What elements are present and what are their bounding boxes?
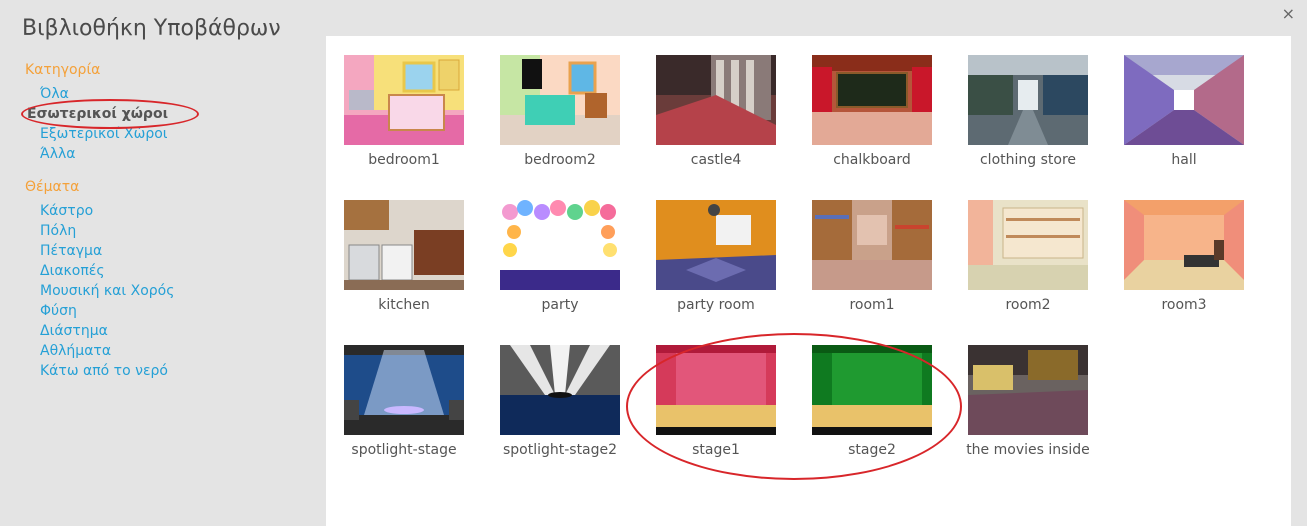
backdrop-label: clothing store xyxy=(979,152,1077,168)
sidebar: Κατηγορία Όλα Εσωτερικοί χώροι Εξωτερικο… xyxy=(25,62,315,381)
themes-title: Θέματα xyxy=(25,179,80,195)
theme-space[interactable]: Διάστημα xyxy=(25,321,315,341)
theme-flying[interactable]: Πέταγμα xyxy=(25,241,315,261)
backdrop-label: stage2 xyxy=(848,442,896,458)
backdrop-label: room1 xyxy=(849,297,895,313)
spotlight-stage-thumbnail xyxy=(344,345,464,435)
category-title: Κατηγορία xyxy=(25,62,101,78)
party-thumbnail xyxy=(500,200,620,290)
category-all[interactable]: Όλα xyxy=(25,84,315,104)
backdrop-label: room3 xyxy=(1161,297,1207,313)
backdrop-tile-bedroom1[interactable]: bedroom1 xyxy=(343,55,473,185)
backdrop-label: bedroom2 xyxy=(524,152,596,168)
backdrop-label: chalkboard xyxy=(833,152,911,168)
party-room-thumbnail xyxy=(656,200,776,290)
backdrop-tile-clothing-store[interactable]: clothing store xyxy=(967,55,1097,185)
theme-castle[interactable]: Κάστρο xyxy=(25,201,315,221)
the-movies-inside-thumbnail xyxy=(968,345,1088,435)
backdrop-tile-kitchen[interactable]: kitchen xyxy=(343,200,473,330)
close-icon[interactable]: × xyxy=(1282,6,1295,22)
stage1-thumbnail xyxy=(656,345,776,435)
backdrop-label: the movies inside xyxy=(966,442,1090,458)
theme-city[interactable]: Πόλη xyxy=(25,221,315,241)
backdrop-tile-chalkboard[interactable]: chalkboard xyxy=(811,55,941,185)
backdrop-tile-party-room[interactable]: party room xyxy=(655,200,785,330)
backdrop-tile-the-movies-inside[interactable]: the movies inside xyxy=(966,345,1097,475)
backdrop-tile-room3[interactable]: room3 xyxy=(1123,200,1253,330)
spotlight-stage2-thumbnail xyxy=(500,345,620,435)
theme-nature[interactable]: Φύση xyxy=(25,301,315,321)
category-other[interactable]: Άλλα xyxy=(25,144,315,164)
kitchen-thumbnail xyxy=(344,200,464,290)
theme-sports[interactable]: Αθλήματα xyxy=(25,341,315,361)
stage2-thumbnail xyxy=(812,345,932,435)
category-indoors[interactable]: Εσωτερικοί χώροι xyxy=(25,104,315,124)
backdrop-tile-spotlight-stage2[interactable]: spotlight-stage2 xyxy=(499,345,629,475)
backdrop-label: castle4 xyxy=(690,152,742,168)
category-outdoors[interactable]: Εξωτερικοί Χώροι xyxy=(25,124,315,144)
backdrop-label: bedroom1 xyxy=(368,152,440,168)
backdrop-label: kitchen xyxy=(378,297,430,313)
chalkboard-thumbnail xyxy=(812,55,932,145)
room2-thumbnail xyxy=(968,200,1088,290)
dialog-title: Βιβλιοθήκη Υποβάθρων xyxy=(22,16,281,41)
castle4-thumbnail xyxy=(656,55,776,145)
bedroom2-thumbnail xyxy=(500,55,620,145)
backdrop-tile-bedroom2[interactable]: bedroom2 xyxy=(499,55,629,185)
bedroom1-thumbnail xyxy=(344,55,464,145)
backdrop-tile-stage2[interactable]: stage2 xyxy=(811,345,941,475)
theme-holiday[interactable]: Διακοπές xyxy=(25,261,315,281)
backdrop-label: party xyxy=(541,297,579,313)
backdrop-label: stage1 xyxy=(692,442,740,458)
backdrop-tile-stage1[interactable]: stage1 xyxy=(655,345,785,475)
hall-thumbnail xyxy=(1124,55,1244,145)
room3-thumbnail xyxy=(1124,200,1244,290)
backdrop-label: spotlight-stage xyxy=(351,442,457,458)
theme-music-dance[interactable]: Μουσική και Χορός xyxy=(25,281,315,301)
backdrop-label: hall xyxy=(1171,152,1197,168)
theme-underwater[interactable]: Κάτω από το νερό xyxy=(25,361,315,381)
backdrop-tile-room1[interactable]: room1 xyxy=(811,200,941,330)
backdrop-tile-room2[interactable]: room2 xyxy=(967,200,1097,330)
backdrop-tile-hall[interactable]: hall xyxy=(1123,55,1253,185)
backdrop-label: party room xyxy=(677,297,755,313)
backdrop-tile-castle4[interactable]: castle4 xyxy=(655,55,785,185)
backdrop-label: room2 xyxy=(1005,297,1051,313)
backdrop-tile-party[interactable]: party xyxy=(499,200,629,330)
backdrop-tile-spotlight-stage[interactable]: spotlight-stage xyxy=(343,345,473,475)
backdrop-library-panel: bedroom1 bedroom2 castle4 chalkboard clo… xyxy=(326,36,1291,526)
room1-thumbnail xyxy=(812,200,932,290)
backdrop-label: spotlight-stage2 xyxy=(502,442,618,458)
clothing-store-thumbnail xyxy=(968,55,1088,145)
